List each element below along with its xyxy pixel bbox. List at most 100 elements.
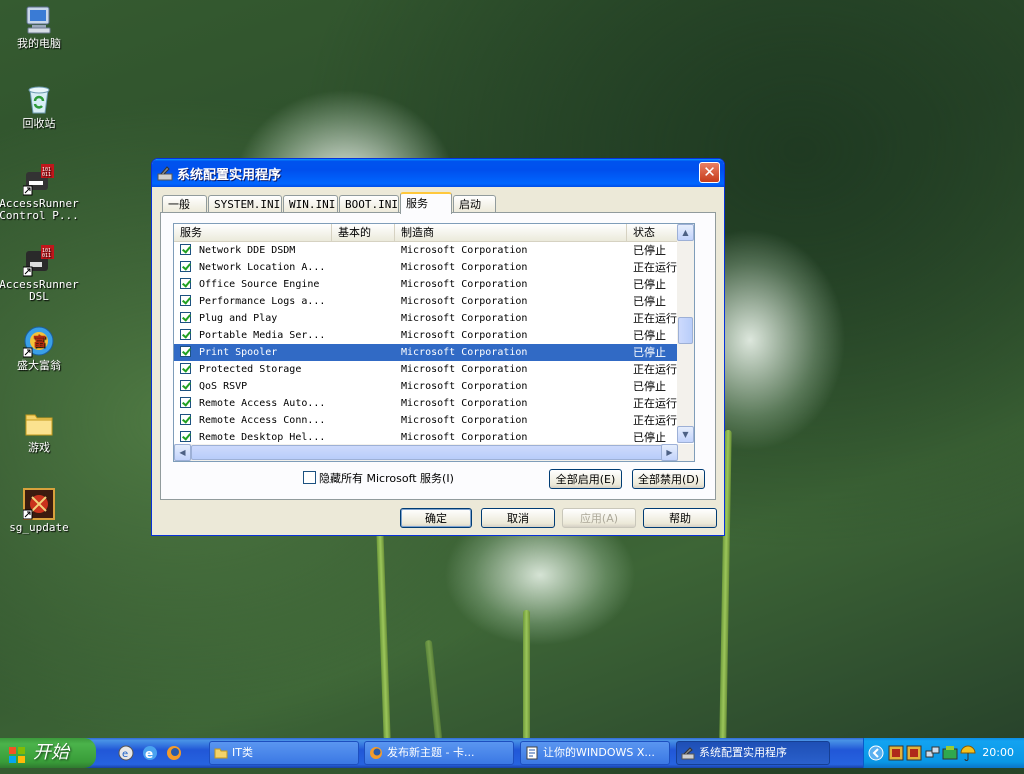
column-header-status[interactable]: 状态 bbox=[627, 224, 682, 241]
svg-text:富: 富 bbox=[33, 334, 46, 350]
services-list[interactable]: 服务 基本的 制造商 状态 Network DDE DSDM Microsoft … bbox=[173, 223, 695, 462]
scroll-down-button[interactable]: ▼ bbox=[677, 426, 694, 443]
service-checkbox[interactable] bbox=[180, 244, 191, 255]
quicklaunch-ie-icon[interactable]: e bbox=[142, 745, 158, 761]
vertical-scrollbar[interactable]: ▲ ▼ bbox=[677, 224, 694, 443]
tab-strip: 一般 SYSTEM.INI WIN.INI BOOT.INI 服务 启动 bbox=[162, 192, 497, 214]
desktop-icon-shanda-fuweng[interactable]: 富 盛大富翁 bbox=[0, 326, 79, 372]
hide-ms-services-checkbox[interactable] bbox=[303, 471, 316, 484]
service-status: 正在运行 bbox=[633, 363, 677, 376]
services-panel: 服务 基本的 制造商 状态 Network DDE DSDM Microsoft … bbox=[160, 212, 716, 500]
desktop-icon-label: 我的电脑 bbox=[17, 37, 61, 50]
desktop-icon-accessrunner-control[interactable]: 101 011 AccessRunner Control P... bbox=[0, 164, 79, 222]
apply-button[interactable]: 应用(A) bbox=[562, 508, 636, 528]
taskbar-button-windows-article[interactable]: 让你的WINDOWS X... bbox=[520, 741, 670, 765]
tray-umbrella-icon[interactable] bbox=[960, 745, 976, 761]
tray-network-icon[interactable] bbox=[924, 745, 940, 761]
horizontal-scroll-thumb[interactable] bbox=[191, 445, 663, 460]
service-checkbox[interactable] bbox=[180, 346, 191, 357]
msconfig-icon bbox=[157, 165, 173, 181]
table-row-selected[interactable]: Print Spooler Microsoft Corporation 已停止 bbox=[174, 344, 682, 361]
enable-all-button[interactable]: 全部启用(E) bbox=[549, 469, 622, 489]
table-row[interactable]: Plug and Play Microsoft Corporation 正在运行 bbox=[174, 310, 682, 327]
service-manufacturer: Microsoft Corporation bbox=[401, 313, 528, 324]
table-row[interactable]: Protected Storage Microsoft Corporation 正在… bbox=[174, 361, 682, 378]
desktop-icon-accessrunner-dsl[interactable]: 101 011 AccessRunner DSL bbox=[0, 245, 79, 303]
windows-logo-icon bbox=[8, 744, 26, 763]
horizontal-scrollbar[interactable]: ◀ ▶ bbox=[174, 444, 694, 461]
service-status: 已停止 bbox=[633, 295, 666, 308]
column-header-manufacturer[interactable]: 制造商 bbox=[395, 224, 627, 241]
service-manufacturer: Microsoft Corporation bbox=[401, 398, 528, 409]
tab-general[interactable]: 一般 bbox=[162, 195, 207, 213]
start-button[interactable]: 开始 bbox=[0, 738, 96, 768]
tray-app-icon-2[interactable] bbox=[906, 745, 922, 761]
accessrunner-dsl-icon: 101 011 bbox=[22, 245, 55, 277]
service-checkbox[interactable] bbox=[180, 278, 191, 289]
service-checkbox[interactable] bbox=[180, 295, 191, 306]
column-header-service[interactable]: 服务 bbox=[174, 224, 332, 241]
tab-win-ini[interactable]: WIN.INI bbox=[283, 195, 338, 213]
table-row[interactable]: Performance Logs a... Microsoft Corporati… bbox=[174, 293, 682, 310]
table-row[interactable]: Network DDE DSDM Microsoft Corporation 已停止 bbox=[174, 242, 682, 259]
tab-services[interactable]: 服务 bbox=[400, 192, 452, 214]
clock[interactable]: 20:00 bbox=[982, 738, 1014, 768]
shanda-fuweng-icon: 富 bbox=[22, 326, 55, 358]
quicklaunch-desktop-icon[interactable]: e bbox=[118, 745, 134, 761]
column-header-essential[interactable]: 基本的 bbox=[332, 224, 395, 241]
taskbar-button-msconfig[interactable]: 系统配置实用程序 bbox=[676, 741, 830, 765]
service-checkbox[interactable] bbox=[180, 380, 191, 391]
table-row[interactable]: Network Location A... Microsoft Corporati… bbox=[174, 259, 682, 276]
table-row[interactable]: Remote Access Auto... Microsoft Corporati… bbox=[174, 395, 682, 412]
folder-icon bbox=[23, 408, 55, 440]
service-checkbox[interactable] bbox=[180, 312, 191, 323]
vertical-scroll-thumb[interactable] bbox=[678, 317, 693, 344]
title-bar[interactable]: 系统配置实用程序 ✕ bbox=[152, 159, 724, 187]
service-name: Remote Access Conn... bbox=[199, 415, 326, 426]
service-manufacturer: Microsoft Corporation bbox=[401, 364, 528, 375]
service-checkbox[interactable] bbox=[180, 363, 191, 374]
table-row[interactable]: QoS RSVP Microsoft Corporation 已停止 bbox=[174, 378, 682, 395]
service-checkbox[interactable] bbox=[180, 431, 191, 442]
tab-startup[interactable]: 启动 bbox=[453, 195, 496, 213]
tray-app-icon-3[interactable] bbox=[942, 745, 958, 761]
service-status: 正在运行 bbox=[633, 261, 677, 274]
table-row[interactable]: Office Source Engine Microsoft Corporatio… bbox=[174, 276, 682, 293]
service-manufacturer: Microsoft Corporation bbox=[401, 296, 528, 307]
close-button[interactable]: ✕ bbox=[699, 162, 720, 183]
tab-system-ini[interactable]: SYSTEM.INI bbox=[208, 195, 282, 213]
service-checkbox[interactable] bbox=[180, 414, 191, 425]
taskbar-button-new-topic[interactable]: 发布新主题 - 卡... bbox=[364, 741, 514, 765]
service-status: 正在运行 bbox=[633, 414, 677, 427]
taskbar-button-it-folder[interactable]: IT类 bbox=[209, 741, 359, 765]
scroll-up-button[interactable]: ▲ bbox=[677, 224, 694, 241]
ok-button[interactable]: 确定 bbox=[400, 508, 472, 528]
service-checkbox[interactable] bbox=[180, 397, 191, 408]
service-checkbox[interactable] bbox=[180, 329, 191, 340]
service-status: 已停止 bbox=[633, 278, 666, 291]
help-button[interactable]: 帮助 bbox=[643, 508, 717, 528]
table-row[interactable]: Remote Access Conn... Microsoft Corporati… bbox=[174, 412, 682, 429]
msconfig-window[interactable]: 系统配置实用程序 ✕ 一般 SYSTEM.INI WIN.INI BOOT.IN… bbox=[151, 158, 725, 536]
svg-text:011: 011 bbox=[42, 253, 51, 259]
desktop-icon-games-folder[interactable]: 游戏 bbox=[0, 408, 79, 454]
desktop-icon-sg-update[interactable]: sg_update bbox=[0, 488, 79, 534]
service-manufacturer: Microsoft Corporation bbox=[401, 415, 528, 426]
service-checkbox[interactable] bbox=[180, 261, 191, 272]
hide-ms-services-option[interactable]: 隐藏所有 Microsoft 服务(I) bbox=[303, 470, 454, 486]
quicklaunch-firefox-icon[interactable] bbox=[166, 745, 182, 761]
disable-all-button[interactable]: 全部禁用(D) bbox=[632, 469, 705, 489]
desktop-icon-my-computer[interactable]: 我的电脑 bbox=[0, 4, 79, 50]
scroll-left-button[interactable]: ◀ bbox=[174, 444, 191, 461]
tray-app-icon-1[interactable] bbox=[888, 745, 904, 761]
table-row[interactable]: Portable Media Ser... Microsoft Corporati… bbox=[174, 327, 682, 344]
tab-boot-ini[interactable]: BOOT.INI bbox=[339, 195, 399, 213]
scroll-right-button[interactable]: ▶ bbox=[661, 444, 678, 461]
desktop-icon-recycle-bin[interactable]: 回收站 bbox=[0, 84, 79, 130]
service-manufacturer: Microsoft Corporation bbox=[401, 381, 528, 392]
cancel-button[interactable]: 取消 bbox=[481, 508, 555, 528]
service-name: Remote Access Auto... bbox=[199, 398, 326, 409]
desktop-icon-label: AccessRunner Control P... bbox=[0, 197, 79, 222]
service-status: 已停止 bbox=[633, 244, 666, 257]
tray-expand-icon[interactable] bbox=[868, 745, 884, 761]
